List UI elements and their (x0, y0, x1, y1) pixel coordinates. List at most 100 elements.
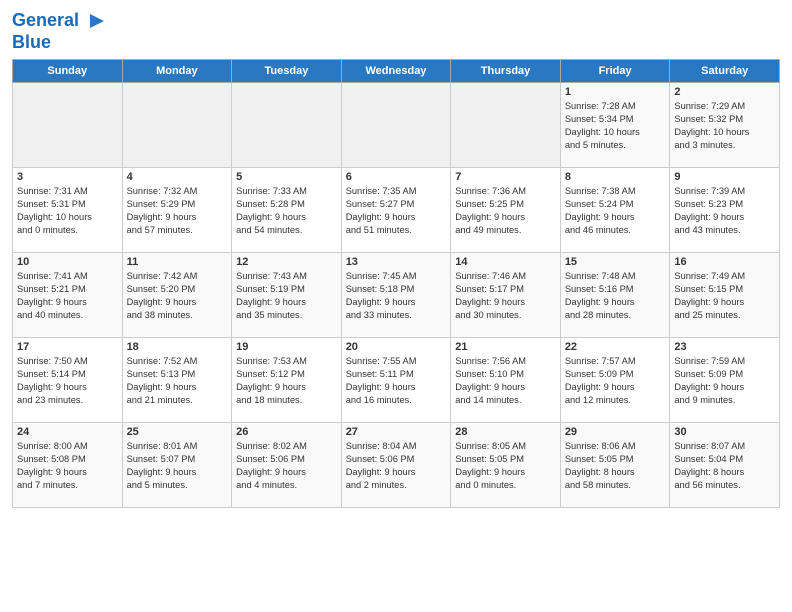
day-info: Sunrise: 7:45 AMSunset: 5:18 PMDaylight:… (346, 270, 447, 322)
calendar-cell: 19 Sunrise: 7:53 AMSunset: 5:12 PMDayligh… (232, 337, 342, 422)
calendar-cell: 20 Sunrise: 7:55 AMSunset: 5:11 PMDayligh… (341, 337, 451, 422)
logo: General Blue (12, 10, 108, 53)
calendar-cell (122, 82, 232, 167)
calendar-cell: 12 Sunrise: 7:43 AMSunset: 5:19 PMDayligh… (232, 252, 342, 337)
logo-blue: Blue (12, 32, 51, 52)
day-number: 14 (455, 256, 556, 268)
day-number: 28 (455, 426, 556, 438)
day-number: 29 (565, 426, 666, 438)
calendar-cell: 15 Sunrise: 7:48 AMSunset: 5:16 PMDayligh… (560, 252, 670, 337)
calendar-cell: 10Sunrise: 7:41 AMSunset: 5:21 PMDayligh… (13, 252, 123, 337)
calendar-week-2: 3 Sunrise: 7:31 AMSunset: 5:31 PMDaylight… (13, 167, 780, 252)
day-number: 20 (346, 341, 447, 353)
day-info: Sunrise: 7:49 AMSunset: 5:15 PMDaylight:… (674, 270, 775, 322)
day-number: 7 (455, 171, 556, 183)
day-info: Sunrise: 7:55 AMSunset: 5:11 PMDaylight:… (346, 355, 447, 407)
calendar-cell: 4 Sunrise: 7:32 AMSunset: 5:29 PMDaylight… (122, 167, 232, 252)
calendar-cell: 25 Sunrise: 8:01 AMSunset: 5:07 PMDayligh… (122, 422, 232, 507)
calendar-cell: 13 Sunrise: 7:45 AMSunset: 5:18 PMDayligh… (341, 252, 451, 337)
day-number: 1 (565, 86, 666, 98)
day-number: 19 (236, 341, 337, 353)
day-info: Sunrise: 7:33 AMSunset: 5:28 PMDaylight:… (236, 185, 337, 237)
day-info: Sunrise: 7:32 AMSunset: 5:29 PMDaylight:… (127, 185, 228, 237)
calendar-cell: 7 Sunrise: 7:36 AMSunset: 5:25 PMDaylight… (451, 167, 561, 252)
calendar-week-1: 1 Sunrise: 7:28 AMSunset: 5:34 PMDaylight… (13, 82, 780, 167)
calendar-cell: 9Sunrise: 7:39 AMSunset: 5:23 PMDaylight… (670, 167, 780, 252)
calendar-cell: 23Sunrise: 7:59 AMSunset: 5:09 PMDayligh… (670, 337, 780, 422)
day-header-monday: Monday (122, 59, 232, 82)
day-number: 22 (565, 341, 666, 353)
calendar-cell (232, 82, 342, 167)
day-info: Sunrise: 7:38 AMSunset: 5:24 PMDaylight:… (565, 185, 666, 237)
calendar-cell: 1 Sunrise: 7:28 AMSunset: 5:34 PMDaylight… (560, 82, 670, 167)
day-number: 18 (127, 341, 228, 353)
day-info: Sunrise: 7:36 AMSunset: 5:25 PMDaylight:… (455, 185, 556, 237)
calendar-header-row: SundayMondayTuesdayWednesdayThursdayFrid… (13, 59, 780, 82)
day-number: 16 (674, 256, 775, 268)
calendar-cell: 24 Sunrise: 8:00 AMSunset: 5:08 PMDayligh… (13, 422, 123, 507)
day-info: Sunrise: 7:43 AMSunset: 5:19 PMDaylight:… (236, 270, 337, 322)
header: General Blue (12, 10, 780, 53)
calendar-cell: 18 Sunrise: 7:52 AMSunset: 5:13 PMDayligh… (122, 337, 232, 422)
day-info: Sunrise: 7:46 AMSunset: 5:17 PMDaylight:… (455, 270, 556, 322)
day-number: 2 (674, 86, 775, 98)
calendar-table: SundayMondayTuesdayWednesdayThursdayFrid… (12, 59, 780, 508)
calendar-cell: 11 Sunrise: 7:42 AMSunset: 5:20 PMDayligh… (122, 252, 232, 337)
calendar-cell (13, 82, 123, 167)
day-number: 24 (17, 426, 118, 438)
day-number: 3 (17, 171, 118, 183)
day-number: 15 (565, 256, 666, 268)
day-info: Sunrise: 8:05 AMSunset: 5:05 PMDaylight:… (455, 440, 556, 492)
day-number: 5 (236, 171, 337, 183)
day-header-wednesday: Wednesday (341, 59, 451, 82)
day-header-sunday: Sunday (13, 59, 123, 82)
logo-text: General Blue (12, 10, 108, 53)
day-info: Sunrise: 8:04 AMSunset: 5:06 PMDaylight:… (346, 440, 447, 492)
day-info: Sunrise: 7:42 AMSunset: 5:20 PMDaylight:… (127, 270, 228, 322)
day-number: 4 (127, 171, 228, 183)
day-info: Sunrise: 7:56 AMSunset: 5:10 PMDaylight:… (455, 355, 556, 407)
day-info: Sunrise: 8:01 AMSunset: 5:07 PMDaylight:… (127, 440, 228, 492)
day-header-thursday: Thursday (451, 59, 561, 82)
calendar-cell (451, 82, 561, 167)
day-number: 13 (346, 256, 447, 268)
calendar-week-4: 17Sunrise: 7:50 AMSunset: 5:14 PMDayligh… (13, 337, 780, 422)
day-number: 11 (127, 256, 228, 268)
calendar-cell: 29 Sunrise: 8:06 AMSunset: 5:05 PMDayligh… (560, 422, 670, 507)
calendar-cell: 5 Sunrise: 7:33 AMSunset: 5:28 PMDaylight… (232, 167, 342, 252)
day-header-friday: Friday (560, 59, 670, 82)
day-info: Sunrise: 7:31 AMSunset: 5:31 PMDaylight:… (17, 185, 118, 237)
calendar-cell: 16 Sunrise: 7:49 AMSunset: 5:15 PMDayligh… (670, 252, 780, 337)
calendar-week-5: 24 Sunrise: 8:00 AMSunset: 5:08 PMDayligh… (13, 422, 780, 507)
day-number: 12 (236, 256, 337, 268)
day-info: Sunrise: 7:41 AMSunset: 5:21 PMDaylight:… (17, 270, 118, 322)
day-info: Sunrise: 7:35 AMSunset: 5:27 PMDaylight:… (346, 185, 447, 237)
day-info: Sunrise: 8:07 AMSunset: 5:04 PMDaylight:… (674, 440, 775, 492)
day-number: 27 (346, 426, 447, 438)
day-number: 26 (236, 426, 337, 438)
day-info: Sunrise: 7:28 AMSunset: 5:34 PMDaylight:… (565, 100, 666, 152)
calendar-cell: 21 Sunrise: 7:56 AMSunset: 5:10 PMDayligh… (451, 337, 561, 422)
calendar-cell: 22 Sunrise: 7:57 AMSunset: 5:09 PMDayligh… (560, 337, 670, 422)
calendar-cell: 30 Sunrise: 8:07 AMSunset: 5:04 PMDayligh… (670, 422, 780, 507)
day-number: 6 (346, 171, 447, 183)
day-header-tuesday: Tuesday (232, 59, 342, 82)
calendar-cell: 28 Sunrise: 8:05 AMSunset: 5:05 PMDayligh… (451, 422, 561, 507)
day-number: 23 (674, 341, 775, 353)
day-number: 9 (674, 171, 775, 183)
day-info: Sunrise: 7:57 AMSunset: 5:09 PMDaylight:… (565, 355, 666, 407)
day-info: Sunrise: 7:48 AMSunset: 5:16 PMDaylight:… (565, 270, 666, 322)
calendar-cell (341, 82, 451, 167)
day-info: Sunrise: 8:00 AMSunset: 5:08 PMDaylight:… (17, 440, 118, 492)
calendar-cell: 26Sunrise: 8:02 AMSunset: 5:06 PMDayligh… (232, 422, 342, 507)
day-info: Sunrise: 8:06 AMSunset: 5:05 PMDaylight:… (565, 440, 666, 492)
page-container: General Blue SundayMondayTuesdayWednesda… (0, 0, 792, 516)
day-number: 21 (455, 341, 556, 353)
calendar-cell: 3 Sunrise: 7:31 AMSunset: 5:31 PMDaylight… (13, 167, 123, 252)
day-number: 25 (127, 426, 228, 438)
day-info: Sunrise: 7:52 AMSunset: 5:13 PMDaylight:… (127, 355, 228, 407)
day-header-saturday: Saturday (670, 59, 780, 82)
day-number: 17 (17, 341, 118, 353)
day-info: Sunrise: 7:53 AMSunset: 5:12 PMDaylight:… (236, 355, 337, 407)
day-number: 30 (674, 426, 775, 438)
